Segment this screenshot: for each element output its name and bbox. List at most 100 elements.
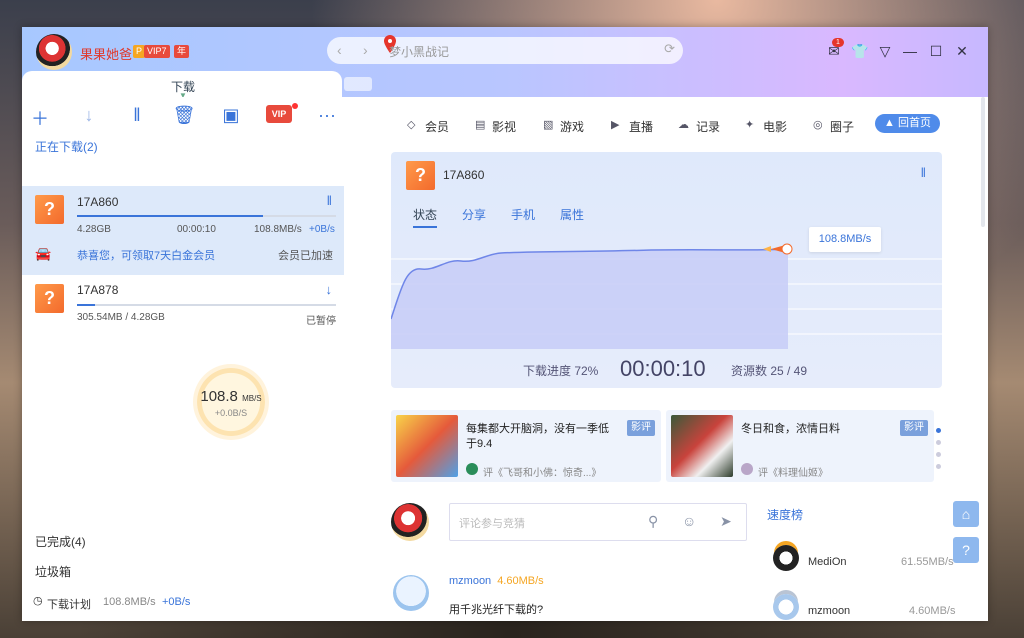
tab-download[interactable]: 下载 ▼ [22, 71, 342, 100]
speed-graph [391, 243, 942, 349]
maximize-button[interactable]: ☐ [926, 41, 946, 61]
vip-notify-dot [292, 103, 298, 109]
user-name[interactable]: 果果她爸 [80, 44, 132, 63]
speed-ball[interactable]: 108.8 MB/S +0.0B/S [197, 368, 265, 436]
card-title: 每集都大开脑洞，没有一季低于9.4 [466, 423, 609, 450]
nav-item-movie[interactable]: 电影 [763, 118, 787, 135]
review-card[interactable]: 每集都大开脑洞，没有一季低于9.4 评《飞哥和小佛：惊奇...》 影评 [391, 410, 661, 482]
close-button[interactable]: ✕ [952, 41, 972, 61]
plan-link[interactable]: 下载计划 [47, 596, 91, 612]
card-thumbnail [396, 415, 458, 477]
pause-icon[interactable]: ‖ [921, 165, 926, 180]
ranking-title[interactable]: 速度榜 [767, 506, 803, 523]
speed-value: 108.8 [200, 388, 238, 405]
delete-icon[interactable]: 🗑 [172, 105, 196, 126]
circle-icon: ◎ [813, 119, 823, 131]
plan-extra: +0B/s [162, 596, 191, 608]
home-float-icon[interactable]: ⌂ [953, 501, 979, 527]
title-bar: 果果她爸 P VIP7 年 ‹ › 梦小黑战记 ⟳ ✉ 1 👕 ▽ — ☐ ✕ … [22, 27, 988, 100]
rank-avatar [773, 545, 799, 571]
emoji-icon[interactable]: ☺ [682, 513, 696, 529]
car-icon: 🚘 [35, 246, 52, 261]
downloading-header[interactable]: 正在下载(2) [35, 138, 98, 155]
cloud-icon: ☁ [678, 119, 689, 131]
panel-file-name: 17A860 [443, 168, 485, 182]
search-bar[interactable]: ‹ › 梦小黑战记 ⟳ [327, 35, 683, 64]
user-avatar[interactable] [393, 575, 429, 611]
home-button[interactable]: ▲ 回首页 [875, 114, 940, 133]
add-icon[interactable]: ＋ [28, 105, 52, 131]
comment-placeholder: 评论参与竞猜 [459, 518, 525, 530]
tab-phone[interactable]: 手机 [511, 206, 535, 223]
nav-item-vip[interactable]: 会员 [425, 118, 449, 135]
card-meta: 评《飞哥和小佛：惊奇...》 [483, 468, 602, 479]
tab-status[interactable]: 状态 [413, 206, 438, 228]
movie-icon: ✦ [745, 119, 755, 131]
clock-icon: ◷ [33, 595, 43, 607]
item-name: 17A860 [77, 195, 119, 209]
card-title: 冬日和食，浓情日料 [741, 423, 840, 435]
pause-all-icon[interactable]: ‖ [125, 105, 149, 126]
review-card[interactable]: 冬日和食，浓情日料 评《料理仙姬》 影评 [666, 410, 934, 482]
promo-link[interactable]: 恭喜您，可领取7天白金会员 [77, 247, 215, 263]
refresh-icon[interactable]: ⟳ [664, 41, 675, 57]
item-status: 已暂停 [306, 316, 336, 327]
carousel-dot[interactable] [936, 452, 941, 457]
post-user[interactable]: mzmoon 4.60MB/s [449, 575, 544, 587]
tab-share[interactable]: 分享 [462, 206, 486, 223]
item-speed: 108.8MB/s [254, 224, 302, 235]
carousel-dot[interactable] [936, 464, 941, 469]
user-avatar[interactable] [391, 503, 429, 541]
content-area: ◇ 会员 ▤ 影视 ▧ 游戏 ▶ 直播 ☁ 记录 ✦ 电影 ◎ 圈子 ▲ 回首页… [352, 97, 988, 621]
user-avatar[interactable] [36, 34, 72, 70]
link-icon[interactable]: ⚲ [648, 513, 658, 530]
game-icon: ▧ [543, 119, 554, 131]
scrollbar[interactable] [981, 97, 985, 227]
tab-properties[interactable]: 属性 [560, 206, 584, 223]
pause-icon[interactable]: ‖ [327, 193, 332, 208]
badge-year: 年 [174, 45, 190, 58]
carousel-dot[interactable] [936, 440, 941, 445]
progress-text: 下载进度 72% [523, 364, 599, 378]
completed-link[interactable]: 已完成(4) [35, 533, 86, 550]
download-item[interactable]: ? 17A860 ‖ 4.28GB 00:00:10 108.8MB/s +0B… [22, 186, 344, 275]
download-item[interactable]: ? 17A878 ↓ 305.54MB / 4.28GB 已暂停 [22, 277, 344, 332]
menu-icon[interactable]: ▽ [875, 41, 895, 61]
more-icon[interactable]: ··· [315, 105, 339, 126]
nav-item-game[interactable]: 游戏 [560, 118, 584, 135]
home-label: 回首页 [897, 117, 931, 129]
skin-icon[interactable]: 👕 [850, 41, 870, 61]
nav-item-record[interactable]: 记录 [696, 118, 720, 135]
forward-icon[interactable]: › [363, 42, 368, 58]
phone-icon[interactable]: ▣ [219, 105, 243, 126]
nav-item-video[interactable]: 影视 [492, 118, 516, 135]
post-text: 用千兆光纤下载的? [449, 604, 544, 616]
item-progress [77, 215, 336, 217]
item-size: 4.28GB [77, 224, 111, 235]
app-window: 果果她爸 P VIP7 年 ‹ › 梦小黑战记 ⟳ ✉ 1 👕 ▽ — ☐ ✕ … [22, 27, 988, 621]
item-time: 00:00:10 [177, 224, 216, 235]
elapsed-time: 00:00:10 [620, 356, 706, 381]
carousel-dot[interactable] [936, 428, 941, 433]
card-thumbnail [671, 415, 733, 477]
nav-item-circle[interactable]: 圈子 [830, 118, 854, 135]
resume-icon[interactable]: ↓ [326, 282, 333, 297]
minimize-button[interactable]: — [900, 41, 920, 61]
card-tag: 影评 [627, 420, 655, 436]
rank-speed: 61.55MB/s [901, 556, 954, 568]
vip-button[interactable]: VIP [266, 105, 292, 123]
trash-link[interactable]: 垃圾箱 [35, 563, 71, 580]
plan-speed: 108.8MB/s [103, 596, 156, 608]
back-icon[interactable]: ‹ [337, 42, 342, 58]
comment-input[interactable]: 评论参与竞猜 ⚲ ☺ ➤ [449, 503, 747, 541]
nav-item-live[interactable]: 直播 [629, 118, 653, 135]
help-float-icon[interactable]: ? [953, 537, 979, 563]
send-icon[interactable]: ➤ [720, 513, 732, 530]
download-arrow-icon[interactable]: ↓ [77, 105, 101, 126]
search-input[interactable]: 梦小黑战记 [389, 43, 449, 60]
rank-name: MediOn [808, 556, 847, 568]
card-meta: 评《料理仙姬》 [758, 468, 828, 479]
tab-browser[interactable] [344, 77, 372, 91]
file-unknown-icon: ? [406, 161, 435, 190]
post-user-name: mzmoon [449, 575, 492, 587]
